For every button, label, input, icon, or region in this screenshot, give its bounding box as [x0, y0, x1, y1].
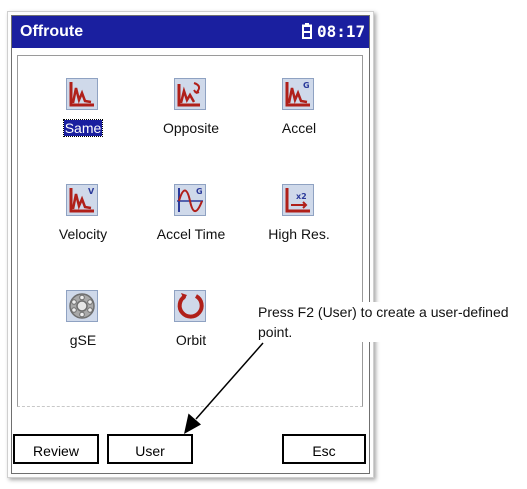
- tile-label-accel: Accel: [281, 120, 317, 136]
- high-res-icon: x2: [282, 184, 314, 216]
- screen-frame: Offroute 08:17 Same Opposite G Accel V V…: [11, 15, 370, 474]
- tile-label-orbit: Orbit: [175, 332, 207, 348]
- clock: 08:17: [317, 22, 366, 41]
- orbit-icon: [174, 290, 206, 322]
- tile-label-gse: gSE: [69, 332, 97, 348]
- chart-opposite-icon: [174, 78, 206, 110]
- chart-accel-icon: G: [282, 78, 314, 110]
- chart-spectrum-icon: [66, 78, 98, 110]
- tile-high-res[interactable]: x2 High Res.: [244, 184, 354, 274]
- tile-label-high-res: High Res.: [268, 226, 330, 242]
- tile-orbit[interactable]: Orbit: [136, 290, 246, 380]
- tile-accel-time[interactable]: G Accel Time: [136, 184, 246, 274]
- device-screen: Offroute 08:17 Same Opposite G Accel V V…: [7, 11, 374, 478]
- svg-text:x2: x2: [296, 192, 307, 201]
- icon-grid: Same Opposite G Accel V Velocity G Accel…: [17, 55, 363, 407]
- battery-icon: [302, 23, 312, 39]
- chart-velocity-icon: V: [66, 184, 98, 216]
- figure: Offroute 08:17 Same Opposite G Accel V V…: [0, 0, 527, 489]
- softkey-bar: Review User Esc: [12, 423, 369, 473]
- tile-label-velocity: Velocity: [58, 226, 108, 242]
- user-button[interactable]: User: [107, 434, 193, 464]
- tile-velocity[interactable]: V Velocity: [28, 184, 138, 274]
- title-bar: Offroute 08:17: [12, 16, 369, 48]
- esc-button[interactable]: Esc: [282, 434, 366, 464]
- tile-gse[interactable]: gSE: [28, 290, 138, 380]
- tile-label-accel-time: Accel Time: [156, 226, 226, 242]
- tile-label-opposite: Opposite: [162, 120, 220, 136]
- callout-text: Press F2 (User) to create a user-defined…: [258, 302, 526, 342]
- svg-text:G: G: [196, 187, 203, 196]
- tile-same[interactable]: Same: [28, 78, 138, 168]
- tile-accel[interactable]: G Accel: [244, 78, 354, 168]
- tile-opposite[interactable]: Opposite: [136, 78, 246, 168]
- svg-text:G: G: [303, 81, 310, 90]
- svg-text:V: V: [88, 187, 95, 196]
- app-title: Offroute: [20, 23, 84, 40]
- review-button[interactable]: Review: [13, 434, 99, 464]
- tile-label-same: Same: [62, 119, 104, 137]
- bearing-icon: [66, 290, 98, 322]
- waveform-icon: G: [174, 184, 206, 216]
